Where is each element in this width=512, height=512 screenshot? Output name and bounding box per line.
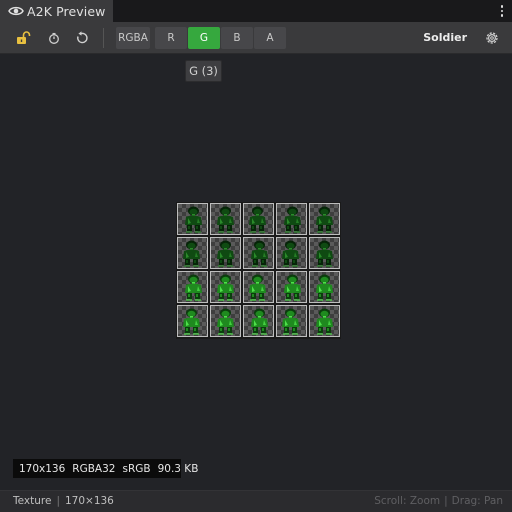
sprite-frame bbox=[210, 271, 241, 303]
sprite-frame bbox=[276, 203, 307, 235]
channel-b-button[interactable]: B bbox=[221, 27, 253, 49]
sprite-frame bbox=[309, 237, 340, 269]
channel-a-button[interactable]: A bbox=[254, 27, 286, 49]
preview-window: A2K Preview RGBA R G B A Soldier G (3) 1… bbox=[0, 0, 512, 512]
sprite-frame bbox=[177, 203, 208, 235]
more-options-icon[interactable] bbox=[498, 3, 506, 19]
status-divider: | bbox=[444, 495, 448, 507]
sprite-frame bbox=[243, 305, 274, 337]
status-divider: | bbox=[56, 495, 60, 507]
sprite-frame bbox=[243, 237, 274, 269]
toolbar: RGBA R G B A Soldier bbox=[0, 22, 512, 54]
window-title: A2K Preview bbox=[27, 3, 106, 19]
texture-size: 90.3 KB bbox=[157, 462, 199, 475]
texture-dimensions: 170x136 bbox=[19, 462, 66, 475]
title-bar: A2K Preview bbox=[0, 0, 512, 22]
unlock-icon[interactable] bbox=[14, 29, 32, 47]
sprite-frame bbox=[276, 237, 307, 269]
toolbar-separator bbox=[103, 28, 104, 48]
soldier-sprite bbox=[183, 240, 200, 267]
rotate-icon[interactable] bbox=[73, 29, 91, 47]
asset-name: Soldier bbox=[423, 31, 467, 44]
channel-r-button[interactable]: R bbox=[155, 27, 187, 49]
soldier-sprite bbox=[217, 206, 234, 233]
status-asset-type: Texture bbox=[13, 495, 52, 507]
soldier-sprite bbox=[316, 240, 333, 267]
status-drag-hint: Drag: Pan bbox=[451, 495, 503, 507]
channel-rgba-button[interactable]: RGBA bbox=[116, 27, 150, 49]
gear-icon[interactable] bbox=[483, 29, 501, 47]
soldier-sprite bbox=[282, 240, 299, 267]
sprite-frame bbox=[210, 305, 241, 337]
channel-tooltip: G (3) bbox=[185, 60, 222, 82]
sprite-frame bbox=[243, 271, 274, 303]
status-bar: Texture | 170×136 Scroll: Zoom | Drag: P… bbox=[0, 490, 512, 512]
sprite-frame bbox=[276, 271, 307, 303]
sprite-frame bbox=[177, 271, 208, 303]
status-scroll-hint: Scroll: Zoom bbox=[374, 495, 441, 507]
soldier-sprite bbox=[249, 274, 266, 301]
timer-icon[interactable] bbox=[45, 29, 63, 47]
sprite-frame bbox=[309, 305, 340, 337]
channel-g-button[interactable]: G bbox=[188, 27, 220, 49]
window-tab[interactable]: A2K Preview bbox=[0, 0, 113, 22]
sprite-frame bbox=[177, 305, 208, 337]
soldier-sprite bbox=[217, 240, 234, 267]
texture-format: RGBA32 bbox=[72, 462, 116, 475]
soldier-sprite bbox=[217, 274, 234, 301]
soldier-sprite bbox=[316, 206, 333, 233]
soldier-sprite bbox=[185, 274, 202, 301]
sprite-sheet-preview[interactable] bbox=[176, 202, 341, 339]
sprite-frame bbox=[309, 271, 340, 303]
sprite-frame bbox=[210, 203, 241, 235]
sprite-frame bbox=[243, 203, 274, 235]
sprite-frame bbox=[177, 237, 208, 269]
soldier-sprite bbox=[183, 308, 200, 335]
sprite-frame bbox=[276, 305, 307, 337]
soldier-sprite bbox=[284, 274, 301, 301]
status-dimensions: 170×136 bbox=[64, 495, 114, 507]
texture-info: 170x136 RGBA32 sRGB 90.3 KB bbox=[13, 459, 198, 478]
soldier-sprite bbox=[249, 206, 266, 233]
soldier-sprite bbox=[185, 206, 202, 233]
soldier-sprite bbox=[251, 240, 268, 267]
soldier-sprite bbox=[284, 206, 301, 233]
soldier-sprite bbox=[316, 274, 333, 301]
soldier-sprite bbox=[316, 308, 333, 335]
soldier-sprite bbox=[282, 308, 299, 335]
sprite-frame bbox=[210, 237, 241, 269]
soldier-sprite bbox=[251, 308, 268, 335]
sprite-frame bbox=[309, 203, 340, 235]
texture-color-space: sRGB bbox=[122, 462, 151, 475]
soldier-sprite bbox=[217, 308, 234, 335]
eye-icon bbox=[8, 3, 24, 19]
